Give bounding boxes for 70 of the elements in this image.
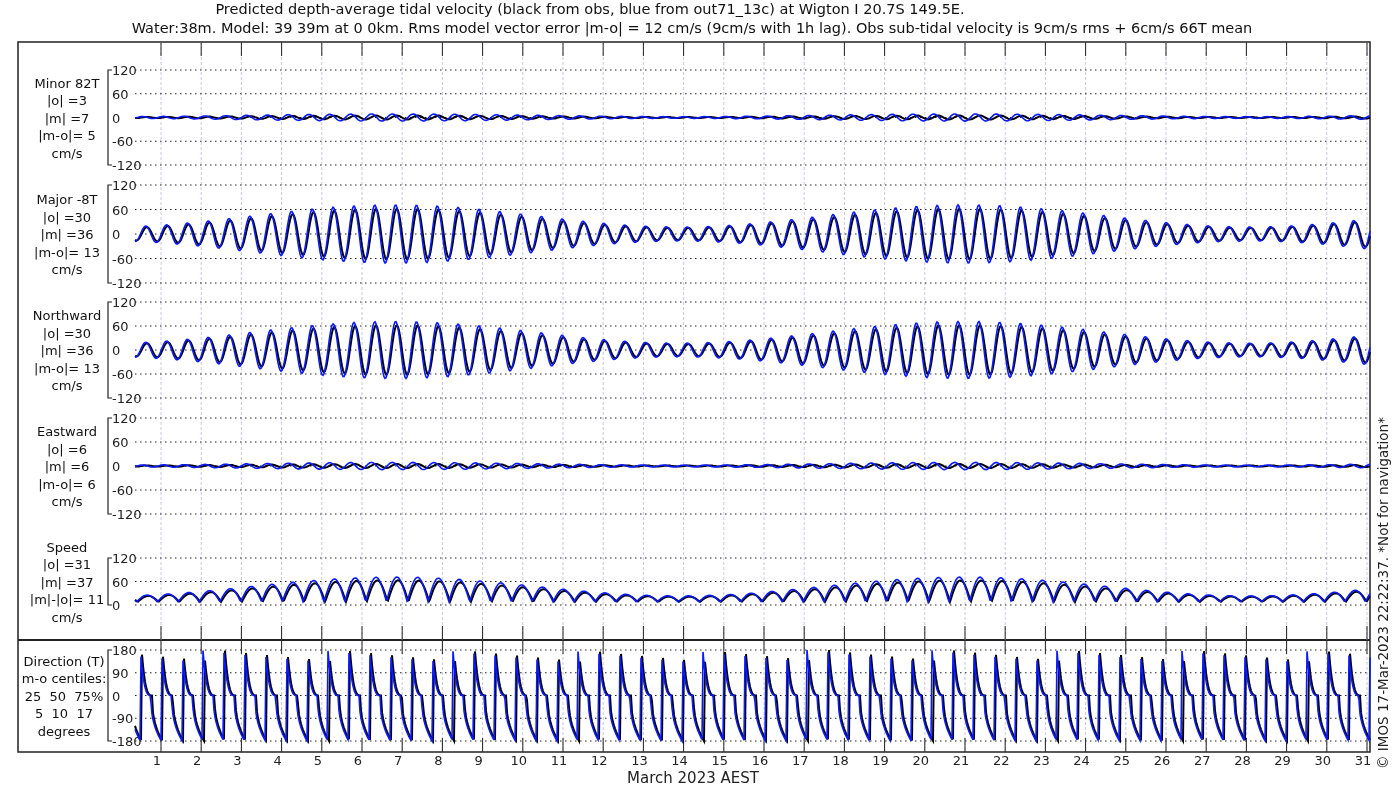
x-tick-label: 1 — [152, 753, 162, 768]
x-tick-label: 4 — [273, 753, 282, 768]
panel-label: Direction (T) m-o centiles: 25 50 75% 5 10 17 degrees — [21, 653, 107, 739]
copyright-note: © IMOS 17-Mar-2023 22:22:37. *Not for navigation* — [1375, 417, 1391, 769]
chart-title: Water:38m. Model: 39 39m at 0 0km. Rms model vector error |m-o| = 12 cm/s (9cm/s with 1h lag). Obs sub-tidal velocity is 9cm/s rms + 6cm/s 66T mean — [131, 20, 1253, 36]
y-tick-label: 120 — [112, 178, 137, 193]
y-tick-label: 60 — [112, 574, 129, 590]
x-tick-label: 10 — [510, 753, 528, 768]
y-tick-label: 60 — [112, 435, 129, 450]
x-tick-label: 12 — [590, 753, 608, 768]
chart-title: Predicted depth-average tidal velocity (black from obs, blue from out71_13c) at Wigton I 20.7S 149.5E. — [215, 1, 965, 17]
y-tick-label: -60 — [112, 251, 134, 267]
x-tick-label: 25 — [1113, 753, 1131, 768]
x-tick-label: 31 — [1354, 753, 1372, 768]
x-tick-label: 17 — [791, 753, 809, 768]
y-tick-label: 120 — [112, 63, 137, 78]
y-tick-label: -60 — [112, 483, 134, 498]
y-tick-label: -120 — [112, 158, 142, 173]
y-tick-label: 0 — [112, 343, 121, 358]
x-tick-label: 16 — [751, 753, 769, 768]
x-tick-label: 26 — [1153, 753, 1171, 768]
x-tick-label: 9 — [474, 753, 483, 768]
y-tick-label: -60 — [112, 367, 134, 382]
y-tick-label: 120 — [112, 295, 137, 310]
x-tick-label: 14 — [671, 753, 688, 768]
panel-label: Speed |o| =31 |m| =37 |m|-|o|= 11 cm/s — [29, 539, 105, 625]
y-tick-label: 60 — [112, 202, 129, 218]
y-tick-label: -120 — [112, 391, 142, 406]
y-tick-label: 60 — [112, 319, 129, 334]
y-tick-label: 0 — [112, 688, 121, 704]
y-tick-label: 120 — [112, 551, 137, 566]
x-tick-label: 30 — [1314, 753, 1332, 768]
y-tick-label: 0 — [112, 459, 121, 474]
x-tick-label: 24 — [1073, 753, 1090, 768]
y-tick-label: 0 — [112, 598, 121, 613]
x-tick-label: 23 — [1033, 753, 1050, 768]
panel-label: Eastward |o| =6 |m| =6 |m-o|= 6 cm/s — [37, 424, 97, 509]
x-tick-label: 21 — [952, 753, 970, 768]
x-tick-label: 11 — [550, 753, 568, 768]
panel-label: Minor 82T |o| =3 |m| =7 |m-o|= 5 cm/s — [34, 75, 100, 161]
y-tick-label: 180 — [112, 643, 137, 658]
x-tick-label: 15 — [711, 753, 729, 768]
panel-label: Major -8T |o| =30 |m| =36 |m-o|= 13 cm/s — [34, 192, 100, 277]
y-tick-label: -120 — [112, 507, 142, 522]
x-tick-label: 7 — [394, 753, 403, 768]
x-tick-label: 22 — [992, 753, 1010, 768]
y-tick-label: -60 — [112, 134, 134, 150]
y-axis-line — [107, 557, 113, 606]
x-tick-label: 27 — [1193, 753, 1211, 768]
y-tick-label: 60 — [112, 86, 129, 102]
y-tick-label: -90 — [112, 711, 134, 727]
y-tick-label: 90 — [112, 665, 129, 681]
x-tick-label: 19 — [872, 753, 889, 768]
x-tick-label: 8 — [434, 753, 443, 768]
x-tick-label: 2 — [193, 753, 202, 768]
y-tick-label: -180 — [112, 734, 142, 749]
x-tick-label: 6 — [353, 753, 363, 768]
x-tick-label: 3 — [233, 753, 242, 768]
x-tick-label: 18 — [832, 753, 849, 768]
y-tick-label: 120 — [112, 411, 137, 426]
x-tick-label: 28 — [1234, 753, 1251, 768]
x-axis-label: March 2023 AEST — [627, 769, 759, 787]
panel-label: Northward |o| =30 |m| =36 |m-o|= 13 cm/s — [32, 308, 102, 393]
x-tick-label: 5 — [313, 753, 322, 768]
y-tick-label: -120 — [112, 276, 142, 291]
y-tick-label: 0 — [112, 110, 121, 126]
x-tick-label: 13 — [631, 753, 648, 768]
x-tick-label: 29 — [1274, 753, 1291, 768]
x-tick-label: 20 — [912, 753, 930, 768]
y-tick-label: 0 — [112, 227, 121, 242]
